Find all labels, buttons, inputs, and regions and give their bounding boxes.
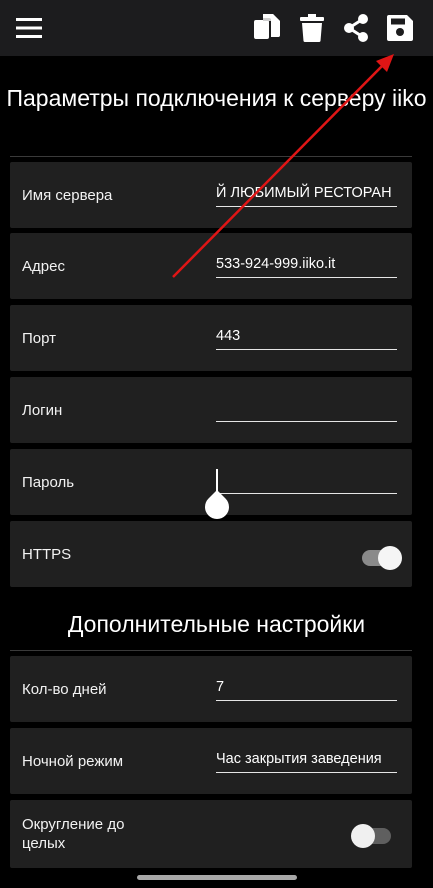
https-toggle-knob: [378, 546, 402, 570]
login-input[interactable]: [216, 395, 397, 422]
night-mode-select[interactable]: Час закрытия заведения: [216, 746, 397, 773]
hamburger-menu-icon[interactable]: [13, 12, 45, 44]
cursor-handle[interactable]: [200, 490, 234, 524]
port-input[interactable]: 443: [216, 323, 397, 350]
rounding-label: Округление до целых: [22, 816, 125, 852]
https-label: HTTPS: [22, 545, 72, 563]
password-input[interactable]: [216, 467, 397, 494]
rounding-toggle-knob: [351, 824, 375, 848]
address-row: Адрес 533-924-999.iiko.it: [10, 233, 412, 299]
password-label: Пароль: [22, 473, 75, 491]
rounding-row: Округление до целых: [10, 800, 412, 868]
trash-icon[interactable]: [296, 12, 328, 44]
night-mode-row: Ночной режим Час закрытия заведения: [10, 728, 412, 794]
https-row: HTTPS: [10, 521, 412, 587]
login-label: Логин: [22, 401, 63, 419]
additional-section-title: Дополнительные настройки: [67, 611, 366, 637]
connection-section-title: Параметры подключения к серверу iiko: [6, 85, 427, 111]
days-input[interactable]: 7: [216, 674, 397, 701]
app-toolbar: [0, 0, 433, 56]
days-row: Кол-во дней 7: [10, 656, 412, 722]
server-name-value: Й ЛЮБИМЫЙ РЕСТОРАН: [216, 185, 392, 201]
share-icon[interactable]: [340, 12, 372, 44]
days-label: Кол-во дней: [22, 680, 107, 698]
login-row: Логин: [10, 377, 412, 443]
night-mode-label: Ночной режим: [22, 752, 124, 770]
section-divider: [10, 650, 412, 651]
section-divider: [10, 156, 412, 157]
rounding-toggle[interactable]: [351, 824, 391, 848]
copy-icon[interactable]: [251, 12, 283, 44]
address-input[interactable]: 533-924-999.iiko.it: [216, 251, 397, 278]
https-toggle[interactable]: [362, 546, 402, 570]
server-name-input[interactable]: Й ЛЮБИМЫЙ РЕСТОРАН: [216, 180, 397, 207]
port-row: Порт 443: [10, 305, 412, 371]
server-name-row: Имя сервера Й ЛЮБИМЫЙ РЕСТОРАН: [10, 162, 412, 228]
server-name-label: Имя сервера: [22, 186, 113, 204]
address-label: Адрес: [22, 257, 65, 275]
gesture-navigation-bar[interactable]: [137, 875, 297, 880]
password-row: Пароль: [10, 449, 412, 524]
port-label: Порт: [22, 329, 57, 347]
save-icon[interactable]: [384, 12, 416, 44]
